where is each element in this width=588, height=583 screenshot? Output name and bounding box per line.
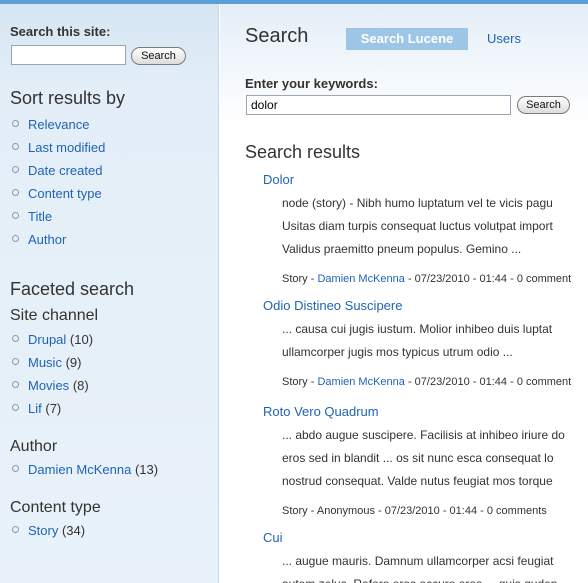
result-author-link[interactable]: Damien McKenna [317, 376, 404, 388]
site-search-button[interactable]: Search [131, 47, 186, 65]
bullet-icon [12, 166, 19, 173]
content-type-facet-list: Story (34) [12, 523, 85, 546]
result-title-link[interactable]: Odio Distineo Suscipere [263, 298, 588, 318]
bullet-icon [12, 235, 19, 242]
page-title: Search [245, 25, 309, 47]
result-title-link[interactable]: Roto Vero Quadrum [263, 404, 588, 424]
facet-item-movies[interactable]: Movies (8) [12, 378, 93, 401]
faceted-search-heading: Faceted search [10, 279, 135, 299]
bullet-icon [12, 358, 19, 365]
bullet-icon [12, 335, 19, 342]
result-snippet-line: eros sed in blandit ... os sit nunc esca… [282, 451, 554, 465]
site-search-label: Search this site: [10, 24, 111, 39]
keywords-input[interactable] [246, 95, 511, 115]
result-snippet-line: ... augue mauris. Damnum ullamcorper acs… [282, 554, 554, 568]
bullet-icon [12, 526, 19, 533]
search-result: Dolor node (story) - Nibh humo luptatum … [263, 172, 588, 285]
result-title-link[interactable]: Dolor [263, 172, 588, 192]
bullet-icon [12, 120, 19, 127]
result-type: Story [282, 505, 308, 517]
result-meta-info: - 07/23/2010 - 01:44 - 0 comment [404, 376, 572, 388]
sidebar: Search this site: Search Sort results by… [0, 4, 219, 583]
bullet-icon [12, 212, 19, 219]
search-result: Roto Vero Quadrum ... abdo augue suscipe… [263, 404, 588, 517]
sort-item-content-type[interactable]: Content type [12, 186, 105, 209]
result-title-link[interactable]: Cui [263, 530, 588, 550]
result-meta: Story - Anonymous - 07/23/2010 - 01:44 -… [282, 505, 547, 517]
result-snippet-line: ... abdo augue suscipere. Facilisis at i… [282, 428, 565, 442]
sort-heading: Sort results by [10, 88, 126, 108]
site-channel-list: Drupal (10) Music (9) Movies (8) Lif (7) [12, 332, 93, 424]
site-channel-heading: Site channel [10, 307, 99, 324]
content-type-facet-heading: Content type [10, 499, 101, 516]
result-snippet-line: nostrud consequat. Valde nutus feugiat m… [282, 474, 553, 488]
result-author: Anonymous [316, 505, 375, 517]
sort-item-last-modified[interactable]: Last modified [12, 140, 105, 163]
result-snippet-line: ... causa cui jugis iustum. Molior inhib… [282, 322, 553, 336]
author-facet-heading: Author [10, 438, 58, 455]
keywords-search-button[interactable]: Search [517, 96, 570, 114]
result-meta-info: - 07/23/2010 - 01:44 - 0 comment [404, 273, 572, 285]
search-result: Odio Distineo Suscipere ... causa cui ju… [263, 298, 588, 388]
result-type: Story [282, 273, 308, 285]
result-snippet-line: Validus praemitto pneum populus. Gemino … [282, 242, 522, 256]
tab-users[interactable]: Users [487, 31, 521, 46]
facet-item-damien-mckenna[interactable]: Damien McKenna (13) [12, 462, 158, 485]
result-meta: Story - Damien McKenna - 07/23/2010 - 01… [282, 273, 572, 285]
site-search-input[interactable] [11, 45, 126, 65]
sort-item-relevance[interactable]: Relevance [12, 117, 105, 140]
result-type: Story [282, 376, 308, 388]
bullet-icon [12, 189, 19, 196]
facet-item-drupal[interactable]: Drupal (10) [12, 332, 93, 355]
bullet-icon [12, 381, 19, 388]
bullet-icon [12, 143, 19, 150]
main-content: Search Search Lucene Users Enter your ke… [220, 4, 588, 583]
facet-item-story[interactable]: Story (34) [12, 523, 85, 546]
result-snippet-line: Usitas diam turpis consequat luctus volu… [282, 219, 553, 233]
result-meta-info: - 07/23/2010 - 01:44 - 0 comments [374, 505, 547, 517]
sort-item-date-created[interactable]: Date created [12, 163, 105, 186]
bullet-icon [12, 465, 19, 472]
tab-search-lucene[interactable]: Search Lucene [346, 28, 468, 50]
sort-list: Relevance Last modified Date created Con… [12, 117, 105, 255]
result-meta: Story - Damien McKenna - 07/23/2010 - 01… [282, 376, 572, 388]
result-author-link[interactable]: Damien McKenna [317, 273, 404, 285]
keywords-label: Enter your keywords: [245, 76, 378, 91]
result-snippet-line: node (story) - Nibh humo luptatum vel te… [282, 196, 553, 210]
sort-item-author[interactable]: Author [12, 232, 105, 255]
author-facet-list: Damien McKenna (13) [12, 462, 158, 485]
search-result: Cui ... augue mauris. Damnum ullamcorper… [263, 530, 588, 583]
result-snippet-line: ullamcorper jugis mos typicus utrum odio… [282, 345, 513, 359]
sort-item-title[interactable]: Title [12, 209, 105, 232]
facet-item-music[interactable]: Music (9) [12, 355, 93, 378]
result-snippet-line: autem zelus. Refero eros occuro eros ...… [282, 573, 588, 583]
bullet-icon [12, 404, 19, 411]
facet-item-lif[interactable]: Lif (7) [12, 401, 93, 424]
search-results-heading: Search results [245, 142, 361, 162]
